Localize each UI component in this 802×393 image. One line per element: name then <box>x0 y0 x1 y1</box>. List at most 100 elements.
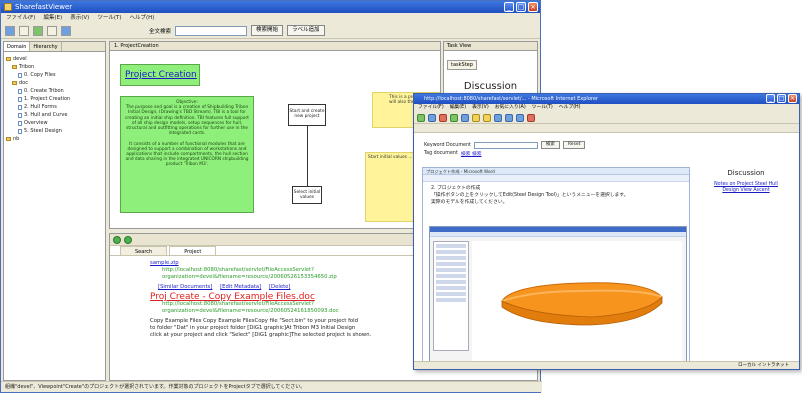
tree-item[interactable]: 5. Steel Design <box>6 127 103 135</box>
document-icon <box>18 72 22 78</box>
forward-icon[interactable] <box>428 113 436 122</box>
settings-icon[interactable] <box>61 25 71 36</box>
maximize-button[interactable]: □ <box>516 2 526 12</box>
keyword-input[interactable] <box>473 141 538 149</box>
menu-file[interactable]: ファイル(F) <box>418 104 444 112</box>
browser-toolbar <box>414 112 799 124</box>
tree-item[interactable]: doc <box>6 79 103 87</box>
browser-menubar: ファイル(F) 編集(E) 表示(V) お気に入り(A) ツール(T) ヘルプ(… <box>414 104 799 112</box>
reset-button[interactable]: Reset <box>562 141 586 149</box>
diagram-tab[interactable]: 1. ProjectCreation <box>110 42 440 51</box>
tree-item[interactable]: 3. Hull and Curve <box>6 111 103 119</box>
main-menubar: ファイル(F) 編集(E) 表示(V) ツール(T) ヘルプ(H) <box>1 13 540 23</box>
document-paragraph: 実際のモデルを作成してください。 <box>431 200 508 205</box>
address-bar[interactable] <box>414 124 799 133</box>
task-panel-header: Task View <box>444 42 537 51</box>
open-icon[interactable] <box>19 25 29 36</box>
save-icon[interactable] <box>47 25 57 36</box>
tree-item[interactable]: nb <box>6 135 103 143</box>
stop-icon[interactable] <box>439 113 447 122</box>
hull-3d-view <box>472 241 682 361</box>
flow-step-select[interactable]: Select initial values <box>292 186 322 204</box>
close-button[interactable]: × <box>788 94 797 103</box>
minimize-button[interactable]: _ <box>766 94 775 103</box>
refresh-icon[interactable] <box>124 235 132 244</box>
discussion-sidebar: Discussion Notes on Project Steel Hull D… <box>696 167 796 367</box>
menu-help[interactable]: ヘルプ(H) <box>129 13 154 23</box>
folder-icon <box>6 57 11 61</box>
tree-item[interactable]: 0. Copy Files <box>6 71 103 79</box>
tree-item[interactable]: devel <box>6 55 103 63</box>
result-url: http://localhost:8080/sharefast/servlet/… <box>162 267 337 280</box>
menu-view[interactable]: 表示(V) <box>70 13 89 23</box>
main-toolbar: 全文検索 検索開始 ラベル追加 <box>1 23 540 39</box>
search-button[interactable]: 検索開始 <box>251 25 284 36</box>
document-icon <box>18 120 22 126</box>
browser-status-bar: ローカル イントラネット <box>414 361 799 369</box>
search-input[interactable] <box>175 25 248 36</box>
back-icon[interactable] <box>417 113 425 122</box>
tree-item[interactable]: 1. Project Creation <box>6 95 103 103</box>
similar-documents-link[interactable]: [Similar Documents] <box>158 284 212 290</box>
document-heading: 2. プロジェクトの作成 <box>431 186 481 191</box>
browser-title-text: http://localhost:8080/sharefast/servlet/… <box>424 96 598 102</box>
mail-icon[interactable] <box>505 113 513 122</box>
diagram-title-box[interactable]: Project Creation <box>120 64 200 86</box>
menu-view[interactable]: 表示(V) <box>472 104 489 112</box>
browser-titlebar[interactable]: http://localhost:8080/sharefast/servlet/… <box>414 94 799 104</box>
document-icon <box>18 112 22 118</box>
tree-item[interactable]: 0. Create Tribon <box>6 87 103 95</box>
folder-tree: devel Tribon 0. Copy Files doc 0. Create… <box>4 52 105 146</box>
new-icon[interactable] <box>5 25 15 36</box>
objective-box[interactable]: Objective: The purpose and goal is a cre… <box>120 96 254 213</box>
home-icon[interactable] <box>461 113 469 122</box>
menu-tools[interactable]: ツール(T) <box>97 13 121 23</box>
document-text: 2. プロジェクトの作成 「操作ボタンの上をクリックしてEdit(Steel D… <box>423 182 689 209</box>
favorites-icon[interactable] <box>483 113 491 122</box>
add-label-button[interactable]: ラベル追加 <box>287 25 325 36</box>
go-icon[interactable] <box>113 235 121 244</box>
discussion-link[interactable]: Design View Ascent <box>696 188 796 194</box>
discussion-title: Discussion <box>727 169 765 177</box>
menu-edit[interactable]: 編集(E) <box>450 104 466 112</box>
tree-item[interactable]: Overview <box>6 119 103 127</box>
embedded-document: プロジェクト作成 - Microsoft Word 2. プロジェクトの作成 「… <box>422 167 690 367</box>
tree-item[interactable]: 2. Hull Forms <box>6 103 103 111</box>
minimize-button[interactable]: _ <box>504 2 514 12</box>
menu-tools[interactable]: ツール(T) <box>532 104 553 112</box>
menu-edit[interactable]: 編集(E) <box>43 13 62 23</box>
tab-search[interactable]: Search <box>120 246 168 255</box>
tag-link[interactable]: 検索 検索 <box>461 150 482 157</box>
document-icon <box>18 88 22 94</box>
print-icon[interactable] <box>516 113 524 122</box>
diagram-title: Project Creation <box>125 70 197 80</box>
tag-label: Tag document <box>424 151 458 156</box>
refresh-icon[interactable] <box>450 113 458 122</box>
close-button[interactable]: × <box>528 2 538 12</box>
flow-step-start[interactable]: Start and create new project <box>288 104 326 126</box>
desktop: SharefastViewer _ □ × ファイル(F) 編集(E) 表示(V… <box>0 0 802 393</box>
menu-favorites[interactable]: お気に入り(A) <box>495 104 526 112</box>
menu-file[interactable]: ファイル(F) <box>6 13 35 23</box>
task-step-tab[interactable]: taskStep <box>447 60 477 70</box>
tree-item[interactable]: Tribon <box>6 63 103 71</box>
menu-help[interactable]: ヘルプ(H) <box>559 104 581 112</box>
main-titlebar[interactable]: SharefastViewer _ □ × <box>1 1 540 13</box>
search-button[interactable]: 検索 <box>540 141 560 149</box>
search-icon[interactable] <box>472 113 480 122</box>
maximize-button[interactable]: □ <box>777 94 786 103</box>
refresh-icon[interactable] <box>33 25 43 36</box>
document-icon <box>18 128 22 134</box>
delete-link[interactable]: [Delete] <box>269 284 291 290</box>
flow-connector <box>307 126 308 186</box>
result-url: http://localhost:8080/sharefast/servlet/… <box>162 301 339 314</box>
document-icon <box>18 104 22 110</box>
edit-metadata-link[interactable]: [Edit Metadata] <box>220 284 261 290</box>
tab-project[interactable]: Project <box>169 246 217 255</box>
word-icon[interactable] <box>527 113 535 122</box>
embedded-tree <box>433 241 469 351</box>
tab-hierarchy[interactable]: Hierarchy <box>30 42 62 51</box>
history-icon[interactable] <box>494 113 502 122</box>
app-icon <box>4 3 12 11</box>
tab-domain[interactable]: Domain <box>4 42 31 51</box>
